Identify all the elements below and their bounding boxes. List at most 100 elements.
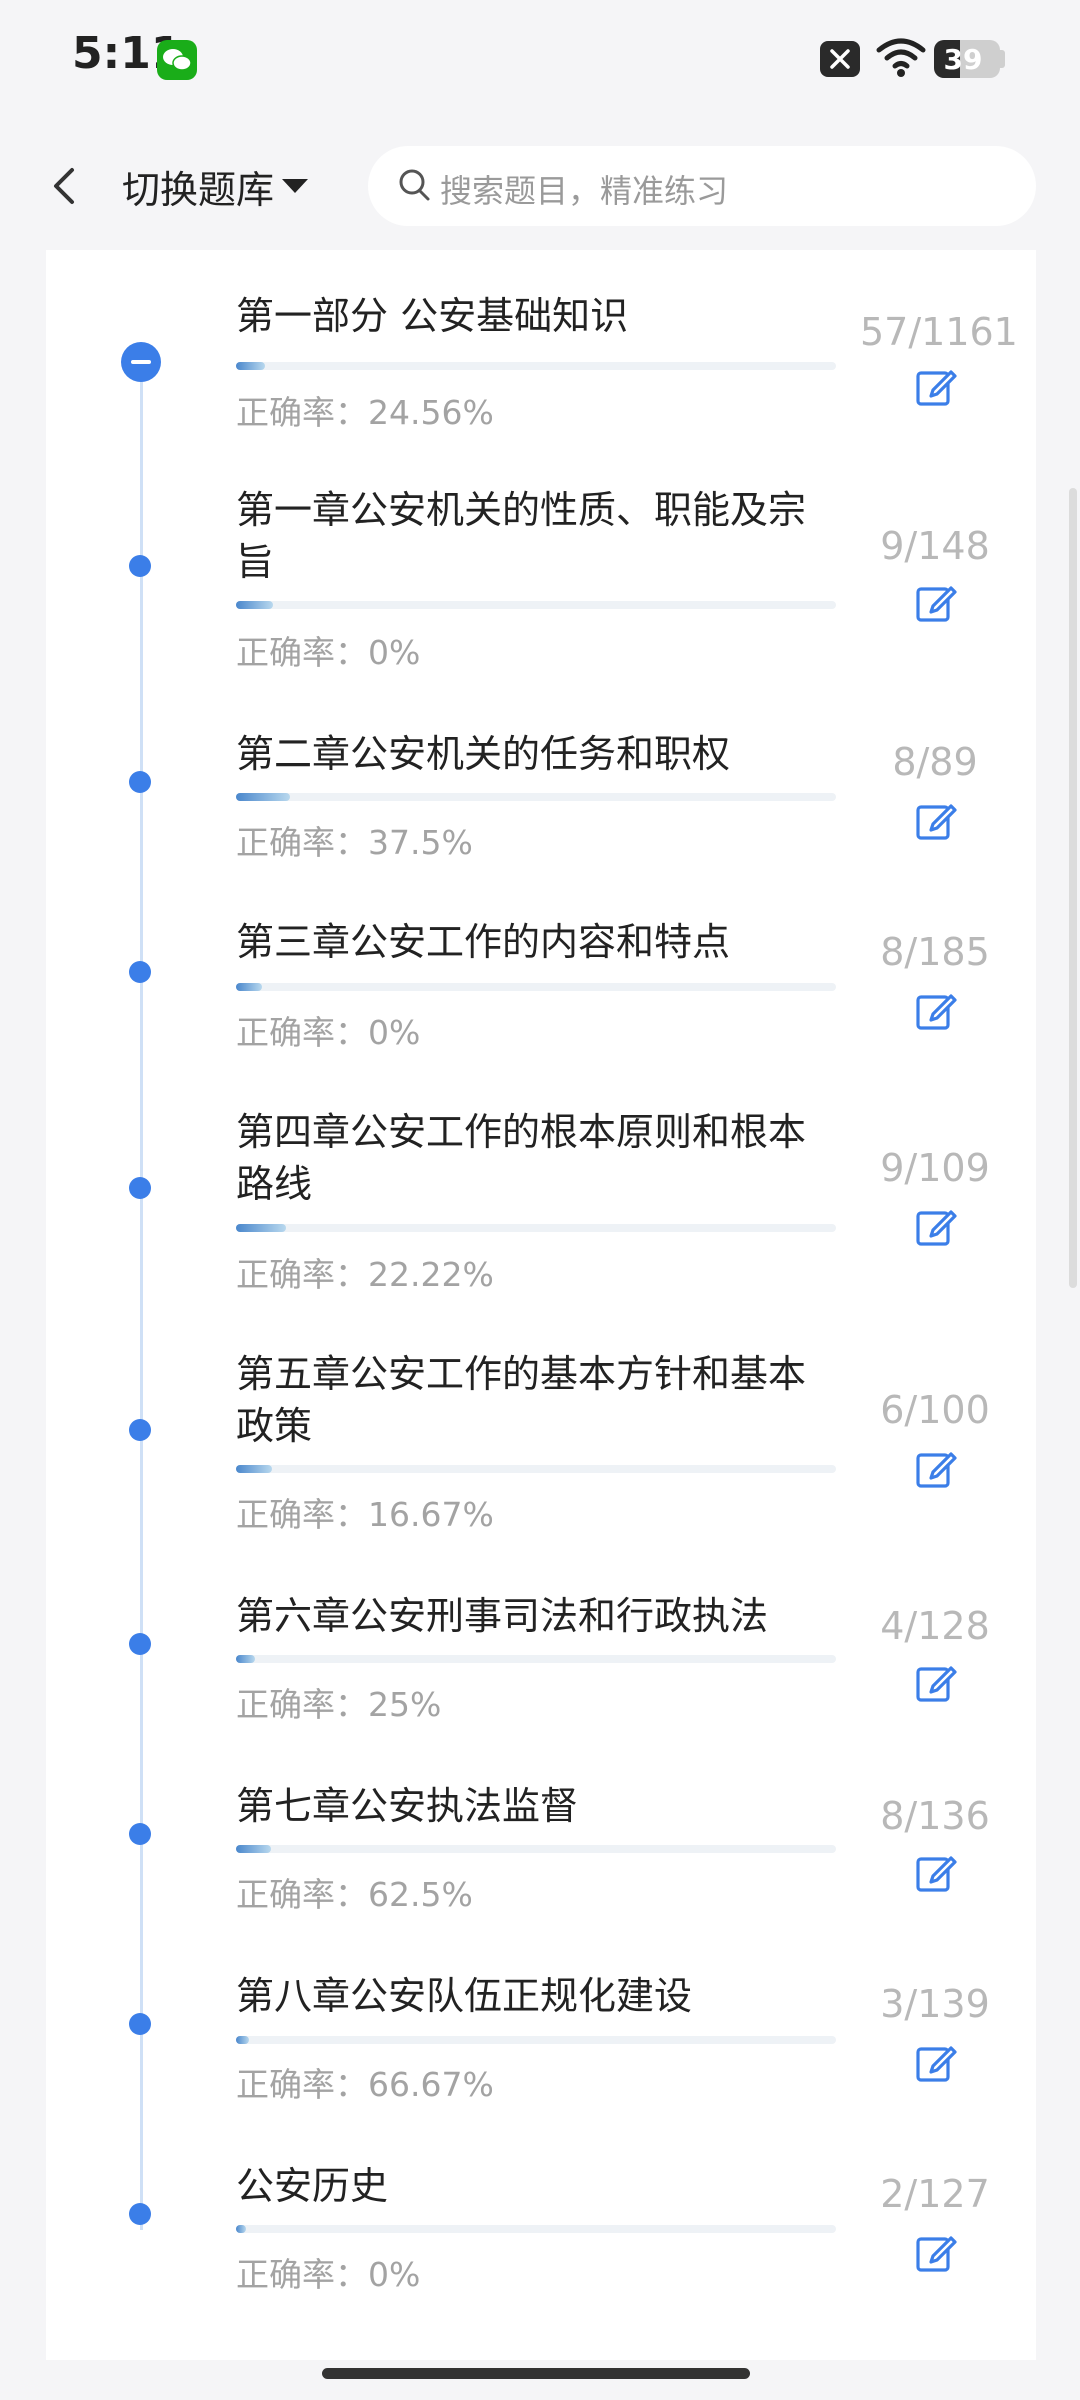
accuracy-value: 24.56% <box>368 393 494 432</box>
accuracy-label: 正确率： <box>236 823 368 862</box>
caret-down-icon <box>282 179 309 193</box>
accuracy-value: 37.5% <box>368 823 473 862</box>
back-arrow-icon[interactable] <box>44 162 88 210</box>
accuracy-text: 正确率：0% <box>236 1006 420 1054</box>
accuracy-text: 正确率：24.56% <box>236 386 494 434</box>
progress-fill <box>236 2036 250 2044</box>
timeline-line <box>140 360 143 2230</box>
accuracy-value: 62.5% <box>368 1875 473 1914</box>
edit-practice-icon[interactable] <box>915 990 957 1032</box>
progress-bar <box>236 1224 836 1232</box>
wifi-icon <box>876 38 926 77</box>
progress-bar <box>236 2225 836 2233</box>
timeline-dot <box>129 2203 151 2225</box>
question-count: 8/89 <box>892 740 978 784</box>
chapter-title[interactable]: 第七章公安执法监督 <box>236 1780 836 1832</box>
edit-practice-icon[interactable] <box>915 582 957 624</box>
edit-practice-icon[interactable] <box>915 2232 957 2274</box>
battery-cap <box>1000 50 1005 68</box>
chapter-title[interactable]: 公安历史 <box>236 2160 836 2212</box>
timeline-dot <box>129 555 151 577</box>
progress-bar <box>236 2036 836 2044</box>
edit-practice-icon[interactable] <box>915 1662 957 1704</box>
accuracy-value: 66.67% <box>368 2065 494 2104</box>
accuracy-label: 正确率： <box>236 633 368 672</box>
progress-fill <box>236 362 266 370</box>
accuracy-label: 正确率： <box>236 1495 368 1534</box>
accuracy-value: 0% <box>368 1013 421 1052</box>
accuracy-label: 正确率： <box>236 1875 368 1914</box>
progress-bar <box>236 1845 836 1853</box>
accuracy-text: 正确率：0% <box>236 626 420 674</box>
chapter-title[interactable]: 第五章公安工作的基本方针和基本政策 <box>236 1348 836 1452</box>
home-indicator[interactable] <box>322 2368 750 2379</box>
accuracy-label: 正确率： <box>236 2065 368 2104</box>
accuracy-text: 正确率：66.67% <box>236 2058 494 2106</box>
timeline-dot <box>129 1419 151 1441</box>
x-notification-icon <box>820 41 860 77</box>
accuracy-text: 正确率：25% <box>236 1678 441 1726</box>
question-count: 8/136 <box>880 1794 990 1838</box>
question-count: 8/185 <box>880 930 990 974</box>
accuracy-value: 16.67% <box>368 1495 494 1534</box>
edit-practice-icon[interactable] <box>915 2042 957 2084</box>
accuracy-text: 正确率：0% <box>236 2248 420 2296</box>
progress-fill <box>236 601 273 609</box>
header: 切换题库 搜索题目，精准练习 <box>0 120 1080 250</box>
switch-question-bank-label: 切换题库 <box>122 167 275 212</box>
edit-practice-icon[interactable] <box>915 800 957 842</box>
edit-practice-icon[interactable] <box>915 1852 957 1894</box>
timeline-dot <box>129 2013 151 2035</box>
progress-fill <box>236 1655 255 1663</box>
progress-bar <box>236 601 836 609</box>
progress-fill <box>236 1845 272 1853</box>
timeline-dot <box>129 961 151 983</box>
edit-practice-icon[interactable] <box>915 1448 957 1490</box>
chapter-title[interactable]: 第四章公安工作的根本原则和根本路线 <box>236 1106 836 1210</box>
accuracy-label: 正确率： <box>236 1685 368 1724</box>
chapter-title[interactable]: 第一章公安机关的性质、职能及宗旨 <box>236 484 836 588</box>
chapter-title[interactable]: 第二章公安机关的任务和职权 <box>236 728 836 780</box>
accuracy-label: 正确率： <box>236 1013 368 1052</box>
battery-level: 39 <box>943 43 983 76</box>
accuracy-label: 正确率： <box>236 1255 368 1294</box>
progress-bar <box>236 983 836 991</box>
progress-bar <box>236 1655 836 1663</box>
accuracy-text: 正确率：22.22% <box>236 1248 494 1296</box>
chapter-title[interactable]: 第六章公安刑事司法和行政执法 <box>236 1590 836 1642</box>
chapter-title[interactable]: 第八章公安队伍正规化建设 <box>236 1970 836 2022</box>
accuracy-value: 0% <box>368 2255 421 2294</box>
status-bar: 5:11 39 <box>0 0 1080 120</box>
edit-practice-icon[interactable] <box>915 366 957 408</box>
accuracy-value: 0% <box>368 633 421 672</box>
collapse-section-icon[interactable] <box>121 342 161 382</box>
question-count: 9/109 <box>880 1146 990 1190</box>
search-icon <box>399 169 430 201</box>
question-count: 57/1161 <box>860 310 1018 354</box>
accuracy-value: 25% <box>368 1685 442 1724</box>
progress-fill <box>236 793 290 801</box>
chapter-title[interactable]: 第三章公安工作的内容和特点 <box>236 916 836 968</box>
progress-bar <box>236 362 836 370</box>
progress-fill <box>236 2225 246 2233</box>
switch-question-bank-button[interactable]: 切换题库 <box>122 158 309 214</box>
timeline-dot <box>129 1823 151 1845</box>
timeline-dot <box>129 1633 151 1655</box>
question-count: 4/128 <box>880 1604 990 1648</box>
question-count: 3/139 <box>880 1982 990 2026</box>
accuracy-text: 正确率：62.5% <box>236 1868 473 1916</box>
accuracy-text: 正确率：16.67% <box>236 1488 494 1536</box>
scrollbar[interactable] <box>1069 488 1077 1288</box>
accuracy-text: 正确率：37.5% <box>236 816 473 864</box>
wechat-icon <box>157 40 197 80</box>
question-count: 9/148 <box>880 524 990 568</box>
edit-practice-icon[interactable] <box>915 1206 957 1248</box>
timeline-dot <box>129 1177 151 1199</box>
search-placeholder: 搜索题目，精准练习 <box>440 172 729 210</box>
accuracy-value: 22.22% <box>368 1255 494 1294</box>
question-count: 2/127 <box>880 2172 990 2216</box>
progress-fill <box>236 1465 272 1473</box>
search-input[interactable]: 搜索题目，精准练习 <box>368 146 1036 226</box>
chapter-title[interactable]: 第一部分 公安基础知识 <box>236 290 836 342</box>
timeline-dot <box>129 771 151 793</box>
